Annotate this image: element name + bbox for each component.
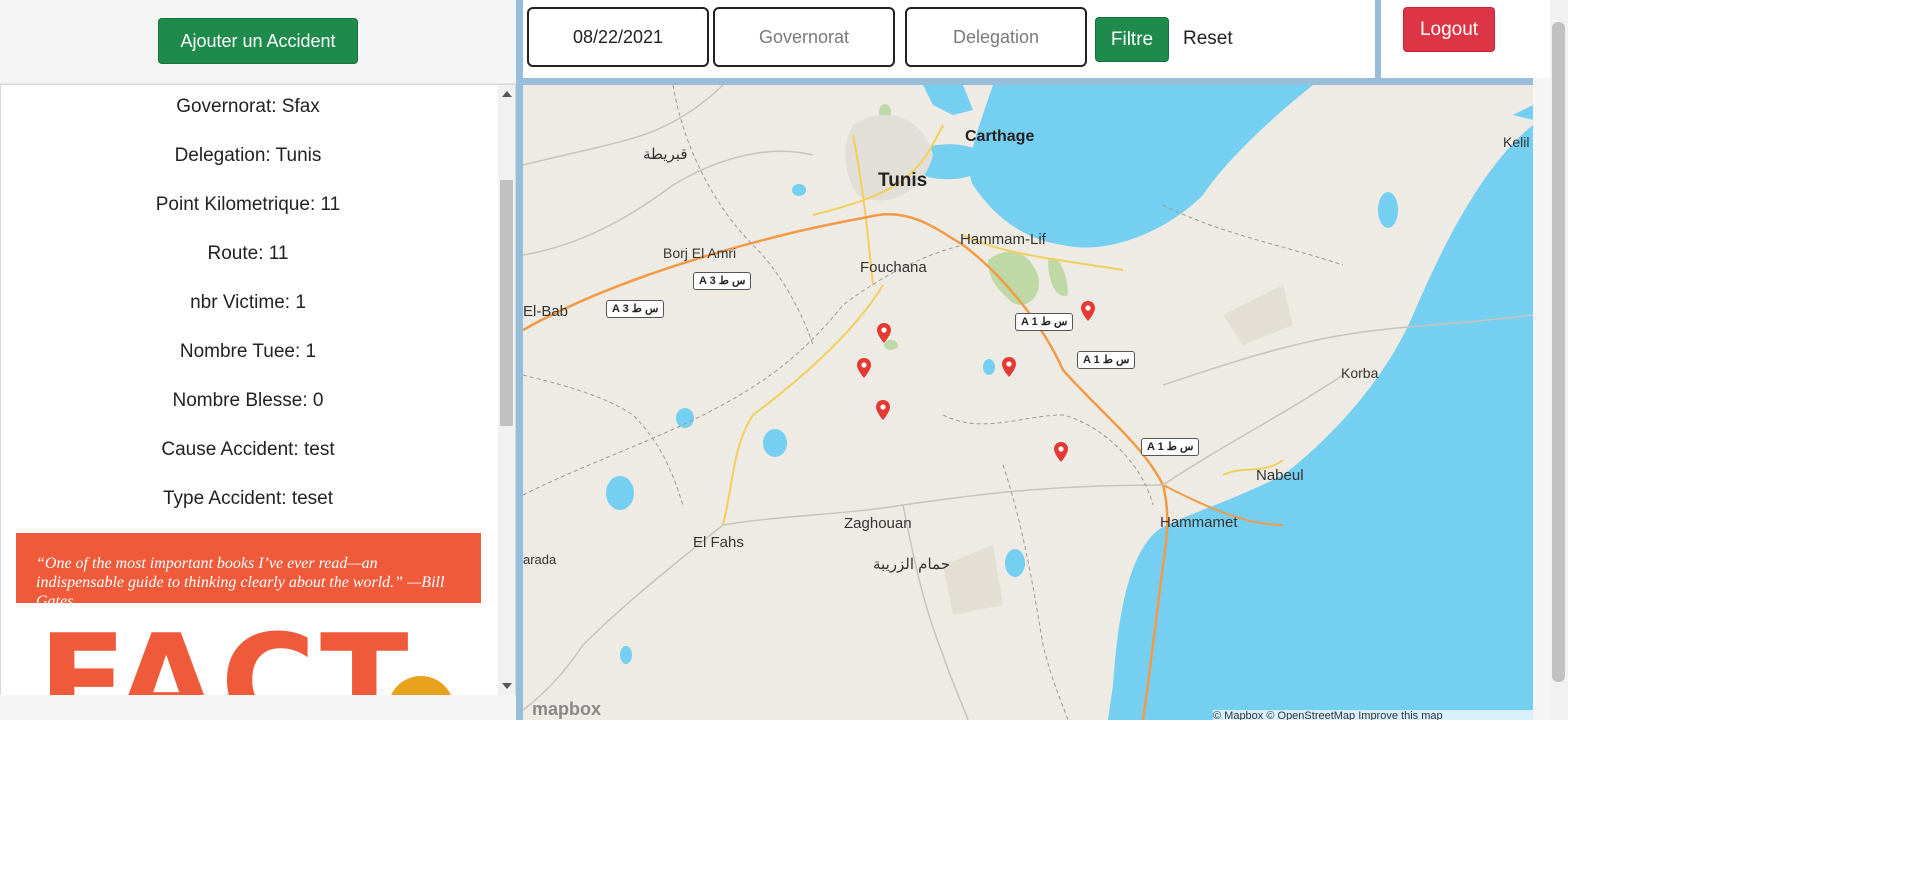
place-label: Nabeul (1256, 467, 1304, 484)
place-label: Zaghouan (844, 515, 912, 532)
place-label: حمام الزريبة (873, 556, 950, 573)
place-label: El Fahs (693, 534, 744, 551)
date-input[interactable] (527, 7, 709, 67)
accident-marker-icon[interactable] (857, 358, 871, 378)
place-label: Borj El Amri (663, 245, 737, 261)
book-cover-image: “One of the most important books I’ve ev… (16, 533, 481, 695)
book-quote: “One of the most important books I’ve ev… (36, 555, 445, 610)
place-label: قبريطة (643, 146, 688, 163)
add-accident-button[interactable]: Ajouter un Accident (158, 18, 358, 64)
detail-nbr-victime: nbr Victime: 1 (190, 292, 306, 313)
place-label: Hammam-Lif (960, 231, 1046, 248)
panel-divider (516, 0, 523, 720)
governorat-input[interactable] (713, 7, 895, 67)
road-shield: A 1 س ط (1077, 351, 1136, 369)
filter-bar: Filtre Reset (523, 0, 1375, 78)
map-top-divider (516, 78, 1533, 85)
detail-cause-accident: Cause Accident: test (161, 439, 335, 460)
filter-button[interactable]: Filtre (1095, 17, 1169, 62)
place-label: El-Bab (523, 303, 569, 320)
road-shield: A 3 س ط (693, 272, 752, 290)
accident-marker-icon[interactable] (1002, 357, 1016, 377)
detail-nombre-tuee: Nombre Tuee: 1 (179, 341, 317, 362)
accident-details-panel[interactable]: Governorat: Sfax Delegation: Tunis Point… (0, 84, 516, 696)
detail-route: Route: 11 (207, 243, 289, 264)
logout-button[interactable]: Logout (1403, 7, 1495, 52)
reset-button[interactable]: Reset (1183, 28, 1233, 50)
place-label: Tunis (878, 170, 928, 191)
accident-marker-icon[interactable] (877, 323, 891, 343)
details-scrollbar[interactable] (498, 85, 515, 695)
book-title: FACT (38, 606, 413, 695)
detail-type-accident: Type Accident: teset (162, 488, 334, 509)
detail-point-kilometrique: Point Kilometrique: 11 (155, 194, 341, 215)
map-view[interactable]: Carthage Tunis Hammam-Lif Fouchana Borj … (523, 85, 1533, 720)
place-label: Kelil (1503, 134, 1530, 150)
place-label: Fouchana (860, 259, 927, 276)
mapbox-logo[interactable]: mapbox (532, 699, 601, 720)
road-shield: A 1 س ط (1015, 313, 1074, 331)
page-scroll-thumb[interactable] (1552, 22, 1565, 682)
accident-marker-icon[interactable] (1081, 301, 1095, 321)
left-footer (0, 695, 516, 720)
scroll-thumb[interactable] (500, 180, 513, 426)
map-base (523, 85, 1533, 720)
detail-governorat: Governorat: Sfax (176, 96, 320, 117)
accident-marker-icon[interactable] (876, 400, 890, 420)
road-shield: A 1 س ط (1141, 438, 1200, 456)
detail-delegation: Delegation: Tunis (174, 145, 322, 166)
place-label: Hammamet (1160, 514, 1238, 531)
road-shield: A 3 س ط (606, 300, 665, 318)
scroll-up-arrow-icon[interactable] (502, 91, 512, 97)
detail-nombre-blesse: Nombre Blesse: 0 (172, 390, 324, 411)
place-label: Korba (1341, 365, 1379, 381)
place-label: Carthage (965, 128, 1035, 145)
map-attribution[interactable]: © Mapbox © OpenStreetMap Improve this ma… (1213, 710, 1533, 720)
delegation-input[interactable] (905, 7, 1087, 67)
place-label: arada (523, 552, 557, 567)
accident-marker-icon[interactable] (1054, 442, 1068, 462)
scroll-down-arrow-icon[interactable] (502, 683, 512, 689)
left-header: Ajouter un Accident (0, 0, 516, 84)
